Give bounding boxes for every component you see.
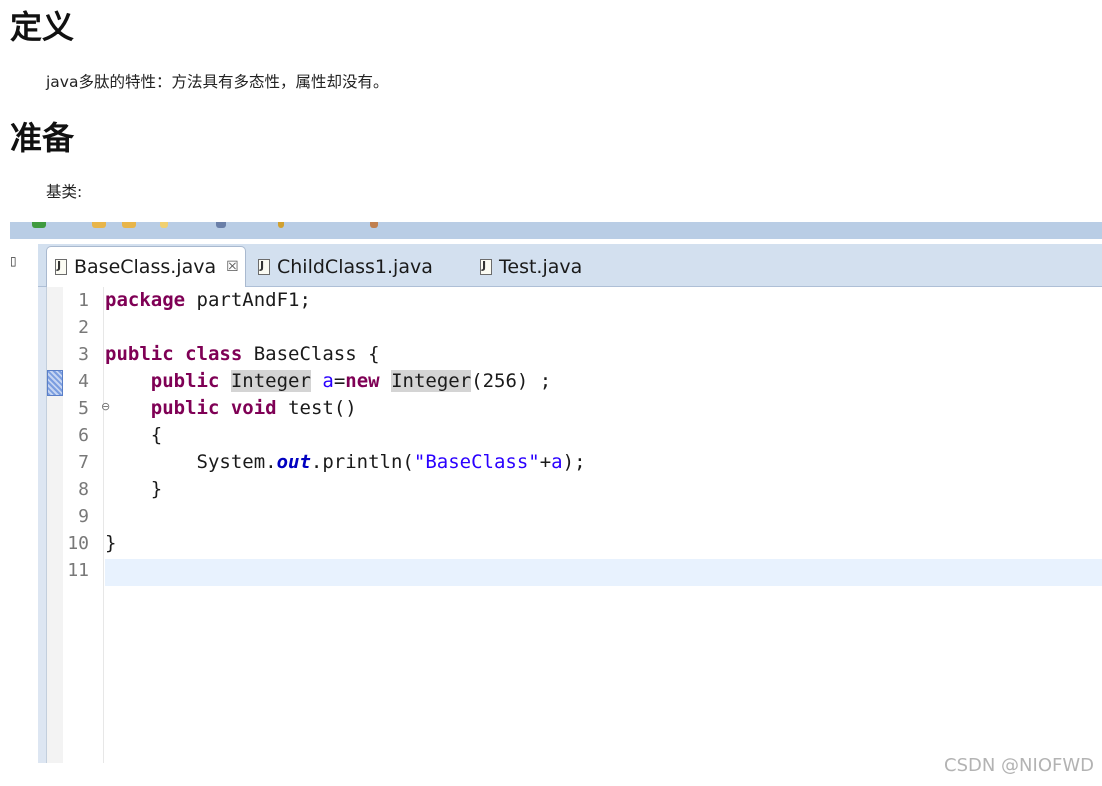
keyword: class bbox=[185, 343, 243, 365]
type-occurrence: Integer bbox=[230, 370, 311, 392]
code-line: { bbox=[105, 422, 162, 449]
run-icon[interactable] bbox=[32, 222, 46, 228]
watermark: CSDN @NIOFWD bbox=[944, 755, 1094, 776]
field-name: a bbox=[551, 451, 563, 473]
keyword: public bbox=[150, 370, 220, 392]
tab-label: BaseClass.java bbox=[74, 256, 217, 278]
code-line: } bbox=[105, 530, 116, 557]
arrow-icon[interactable] bbox=[370, 222, 378, 228]
line-number: 8 bbox=[78, 479, 89, 500]
base-class-paragraph: 基类: bbox=[46, 183, 83, 201]
tab-label: Test.java bbox=[499, 255, 583, 278]
folder-open-icon[interactable] bbox=[122, 222, 136, 228]
tab-childclass1[interactable]: ChildClass1.java bbox=[250, 246, 460, 287]
code-text: partAndF1; bbox=[185, 289, 311, 311]
line-number: 9 bbox=[78, 506, 89, 527]
heading-preparation: 准备 bbox=[10, 119, 75, 157]
code-text: = bbox=[333, 370, 346, 392]
string-literal: "BaseClass" bbox=[413, 451, 540, 473]
occurrence-marker[interactable] bbox=[47, 370, 63, 396]
minimized-view-icon[interactable]: ▯ bbox=[10, 255, 20, 267]
code-text: + bbox=[539, 451, 552, 473]
brush-icon[interactable] bbox=[278, 222, 284, 228]
static-field: out bbox=[276, 451, 311, 473]
editor-left-border bbox=[38, 244, 47, 763]
tab-label: ChildClass1.java bbox=[277, 255, 433, 278]
code-text-area[interactable]: package partAndF1; public class BaseClas… bbox=[105, 287, 1102, 763]
tab-test[interactable]: Test.java bbox=[472, 246, 612, 287]
line-number: 5 bbox=[78, 398, 89, 419]
overview-ruler bbox=[47, 287, 63, 763]
keyword: public bbox=[105, 343, 174, 365]
code-editor[interactable]: 1 2 3 4 5 ⊖ 6 7 8 9 10 11 package partAn… bbox=[47, 287, 1102, 763]
ide-toolbar bbox=[10, 222, 1102, 239]
line-number-gutter: 1 2 3 4 5 ⊖ 6 7 8 9 10 11 bbox=[63, 287, 110, 763]
ide-screenshot: ▯ BaseClass.java ☒ ChildClass1.java Test… bbox=[10, 222, 1102, 763]
definition-paragraph: java多肽的特性：方法具有多态性，属性却没有。 bbox=[46, 73, 389, 91]
java-file-icon bbox=[258, 258, 270, 275]
code-line: public Integer a=new Integer(256) ; bbox=[105, 368, 551, 395]
keyword: public bbox=[150, 397, 220, 419]
keyword: void bbox=[230, 397, 277, 419]
line-number: 6 bbox=[78, 425, 89, 446]
java-file-icon bbox=[55, 259, 67, 275]
code-text: .println( bbox=[310, 451, 414, 473]
code-line: } bbox=[105, 476, 162, 503]
line-number: 7 bbox=[78, 452, 89, 473]
code-line: public class BaseClass { bbox=[105, 341, 380, 368]
code-text: System. bbox=[196, 451, 277, 473]
code-line: public void test() bbox=[105, 395, 357, 422]
code-text: ); bbox=[562, 451, 586, 473]
heading-definition: 定义 bbox=[10, 8, 75, 46]
current-line-highlight bbox=[105, 559, 1102, 586]
close-icon[interactable]: ☒ bbox=[226, 259, 239, 275]
line-number: 11 bbox=[67, 560, 89, 581]
code-text: (256) ; bbox=[471, 370, 552, 392]
line-number: 10 bbox=[67, 533, 89, 554]
code-text: } bbox=[150, 478, 163, 500]
tab-baseclass[interactable]: BaseClass.java ☒ bbox=[46, 246, 246, 287]
code-line: package partAndF1; bbox=[105, 287, 311, 314]
code-text: BaseClass { bbox=[242, 343, 380, 365]
folder-icon[interactable] bbox=[92, 222, 106, 228]
line-number: 3 bbox=[78, 344, 89, 365]
line-number: 1 bbox=[78, 290, 89, 311]
type-occurrence: Integer bbox=[391, 370, 472, 392]
java-file-icon bbox=[480, 258, 492, 275]
keyword: new bbox=[345, 370, 380, 392]
code-text: { bbox=[150, 424, 163, 446]
dialog-icon[interactable] bbox=[216, 222, 226, 228]
code-text: test() bbox=[276, 397, 357, 419]
note-icon[interactable] bbox=[160, 222, 168, 228]
keyword: package bbox=[105, 289, 186, 311]
code-line: System.out.println("BaseClass"+a); bbox=[105, 449, 586, 476]
line-number: 2 bbox=[78, 317, 89, 338]
line-number: 4 bbox=[78, 371, 89, 392]
field-name: a bbox=[322, 370, 334, 392]
code-text: } bbox=[105, 532, 117, 554]
